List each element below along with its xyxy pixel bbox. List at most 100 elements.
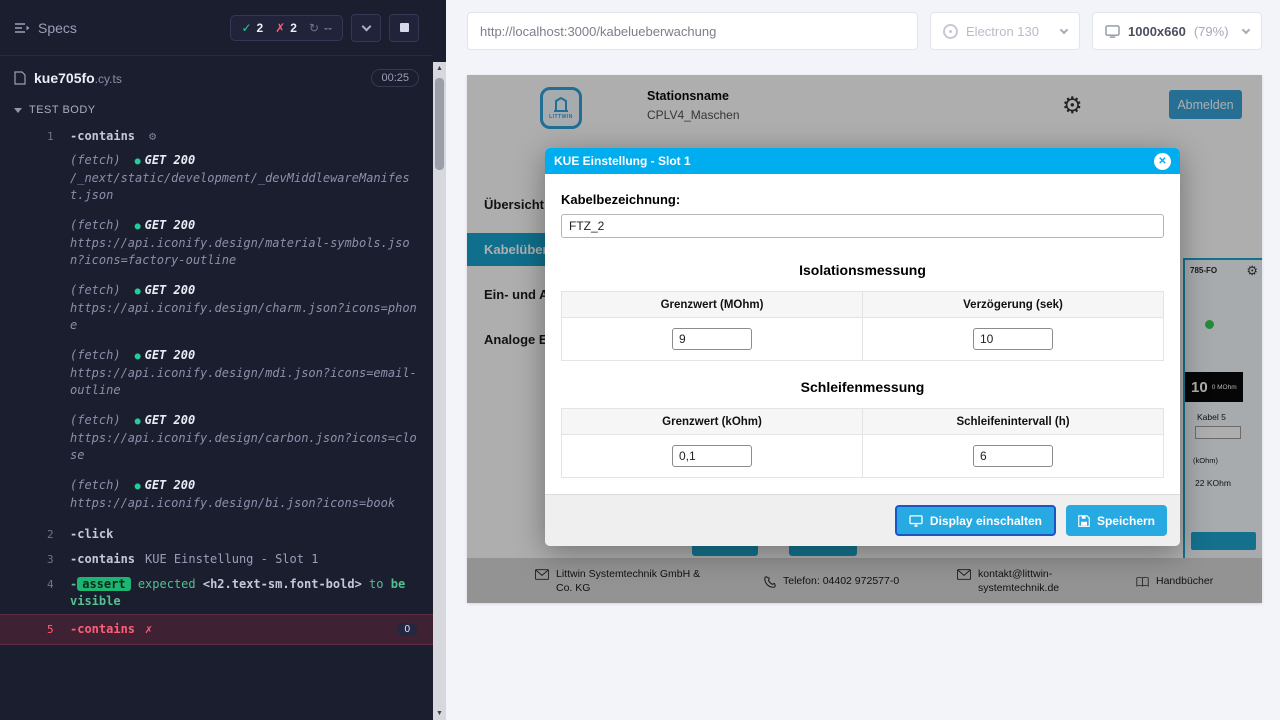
save-icon — [1078, 515, 1090, 527]
failed-command-row[interactable]: 5 -contains✗ 0 — [0, 614, 433, 645]
command-row[interactable]: 1 -contains⚙ — [0, 124, 433, 149]
fetch-log[interactable]: (fetch)●GET 200 https://api.iconify.desi… — [0, 279, 433, 344]
spec-name: kue705fo.cy.ts — [34, 70, 122, 86]
pending-stat: ↻-- — [309, 21, 332, 35]
fetch-url: https://api.iconify.design/material-symb… — [70, 235, 417, 269]
column-header: Verzögerung (sek) — [863, 292, 1164, 318]
table-cell — [562, 318, 863, 361]
status-dot-icon: ● — [135, 481, 141, 492]
loop-limit-input[interactable] — [672, 445, 752, 467]
isolation-section-title: Isolationsmessung — [561, 262, 1164, 278]
table-cell — [562, 435, 863, 478]
fetch-status: GET 200 — [145, 413, 196, 427]
viewport-icon — [1105, 25, 1120, 38]
save-button[interactable]: Speichern — [1066, 505, 1167, 536]
assert-badge: assert — [77, 577, 130, 591]
test-body-section[interactable]: TEST BODY — [0, 96, 433, 122]
scroll-up-icon[interactable]: ▲ — [433, 65, 446, 72]
isolation-delay-input[interactable] — [973, 328, 1053, 350]
fetch-prefix: (fetch) — [70, 153, 121, 167]
cable-name-input[interactable] — [561, 214, 1164, 238]
scroll-down-icon[interactable]: ▼ — [433, 710, 446, 717]
cypress-reporter: Specs ✓2 ✗2 ↻-- kue705fo.cy.ts 00:25 — [0, 0, 446, 720]
modal-footer: Display einschalten Speichern — [545, 494, 1180, 546]
modal-title: KUE Einstellung - Slot 1 — [554, 154, 691, 168]
fetch-url: /_next/static/development/_devMiddleware… — [70, 170, 417, 204]
specs-label: Specs — [38, 20, 77, 36]
spec-row[interactable]: kue705fo.cy.ts 00:25 — [0, 56, 433, 96]
specs-menu-button[interactable]: Specs — [14, 20, 77, 36]
reporter-scrollbar[interactable]: ▲ ▼ — [433, 62, 446, 720]
status-dot-icon: ● — [135, 351, 141, 362]
close-button[interactable]: ✕ — [1154, 153, 1171, 170]
fetch-status: GET 200 — [145, 283, 196, 297]
assert-element: <h2.text-sm.font-bold> — [203, 577, 362, 591]
stage: http://localhost:3000/kabelueberwachung … — [446, 0, 1280, 720]
isolation-table: Grenzwert (MOhm) Verzögerung (sek) — [561, 291, 1164, 361]
assert-word: expected — [138, 577, 196, 591]
stop-icon — [400, 23, 409, 32]
command-row[interactable]: 3 -containsKUE Einstellung - Slot 1 — [0, 547, 433, 572]
children-count-badge: 0 — [397, 623, 417, 636]
column-header: Schleifenintervall (h) — [863, 409, 1164, 435]
kue-settings-modal: KUE Einstellung - Slot 1 ✕ Kabelbezeichn… — [545, 148, 1180, 546]
scrollbar-thumb[interactable] — [435, 78, 444, 170]
collapse-button[interactable] — [351, 14, 381, 42]
stage-toolbar: http://localhost:3000/kabelueberwachung … — [467, 12, 1262, 50]
fetch-log[interactable]: (fetch)●GET 200 /_next/static/developmen… — [0, 149, 433, 214]
column-header: Grenzwert (MOhm) — [562, 292, 863, 318]
display-on-label: Display einschalten — [930, 514, 1042, 528]
browser-select[interactable]: Electron 130 — [930, 12, 1080, 50]
fetch-log[interactable]: (fetch)●GET 200 https://api.iconify.desi… — [0, 344, 433, 409]
fetch-prefix: (fetch) — [70, 413, 121, 427]
fetch-prefix: (fetch) — [70, 348, 121, 362]
cross-icon: ✗ — [275, 21, 285, 35]
display-on-button[interactable]: Display einschalten — [895, 505, 1056, 536]
fetch-log[interactable]: (fetch) ● GET 200 https://api.iconify.desi… — [0, 474, 433, 522]
table-cell — [863, 318, 1164, 361]
loop-interval-input[interactable] — [973, 445, 1053, 467]
table-cell — [863, 435, 1164, 478]
refresh-icon: ↻ — [309, 21, 319, 35]
isolation-limit-input[interactable] — [672, 328, 752, 350]
test-body-label: TEST BODY — [29, 104, 96, 116]
url-input[interactable]: http://localhost:3000/kabelueberwachung — [467, 12, 918, 50]
column-header: Grenzwert (kOhm) — [562, 409, 863, 435]
fetch-url: https://api.iconify.design/mdi.json?icon… — [70, 365, 417, 399]
command-method: -contains — [70, 552, 135, 566]
fetch-prefix: (fetch) — [70, 478, 121, 492]
modal-body: Kabelbezeichnung: Isolationsmessung Gren… — [545, 174, 1180, 478]
fetch-log[interactable]: (fetch)●GET 200 https://api.iconify.desi… — [0, 409, 433, 474]
stop-button[interactable] — [389, 14, 419, 42]
passed-stat: ✓2 — [241, 21, 263, 35]
specs-list-icon — [14, 22, 30, 34]
electron-icon — [943, 24, 958, 39]
fetch-status: GET 200 — [145, 153, 196, 167]
command-number: 2 — [0, 526, 70, 543]
window: Specs ✓2 ✗2 ↻-- kue705fo.cy.ts 00:25 — [0, 0, 1280, 720]
command-argument: KUE Einstellung - Slot 1 — [145, 552, 318, 566]
reporter-header: Specs ✓2 ✗ 2 ↻-- — [0, 0, 433, 56]
command-log: 1 -contains⚙ (fetch)●GET 200 /_next/stat… — [0, 122, 433, 645]
fetch-url: https://api.iconify.design/carbon.json?i… — [70, 430, 417, 464]
save-label: Speichern — [1097, 514, 1155, 528]
command-row[interactable]: 2 -click — [0, 522, 433, 547]
check-icon: ✓ — [241, 21, 251, 35]
command-number: 4 — [0, 576, 70, 593]
status-dot-icon: ● — [135, 221, 141, 232]
fetch-log[interactable]: (fetch)●GET 200 https://api.iconify.desi… — [0, 214, 433, 279]
status-dot-icon: ● — [135, 286, 141, 297]
assert-row[interactable]: 4 -assert expected <h2.text-sm.font-bold… — [0, 572, 433, 614]
spec-timer: 00:25 — [371, 69, 419, 87]
viewport-select[interactable]: 1000x660 (79%) — [1092, 12, 1262, 50]
close-icon: ✕ — [1158, 156, 1166, 167]
fetch-url: https://api.iconify.design/bi.json?icons… — [70, 495, 417, 512]
chevron-down-icon — [361, 21, 371, 31]
fail-cross-icon: ✗ — [145, 622, 152, 636]
cable-name-label: Kabelbezeichnung: — [561, 192, 1164, 207]
passed-count: 2 — [257, 21, 264, 35]
monitor-icon — [909, 515, 923, 527]
fetch-status: GET 200 — [145, 478, 196, 492]
assert-word: to — [369, 577, 383, 591]
fetch-prefix: (fetch) — [70, 218, 121, 232]
